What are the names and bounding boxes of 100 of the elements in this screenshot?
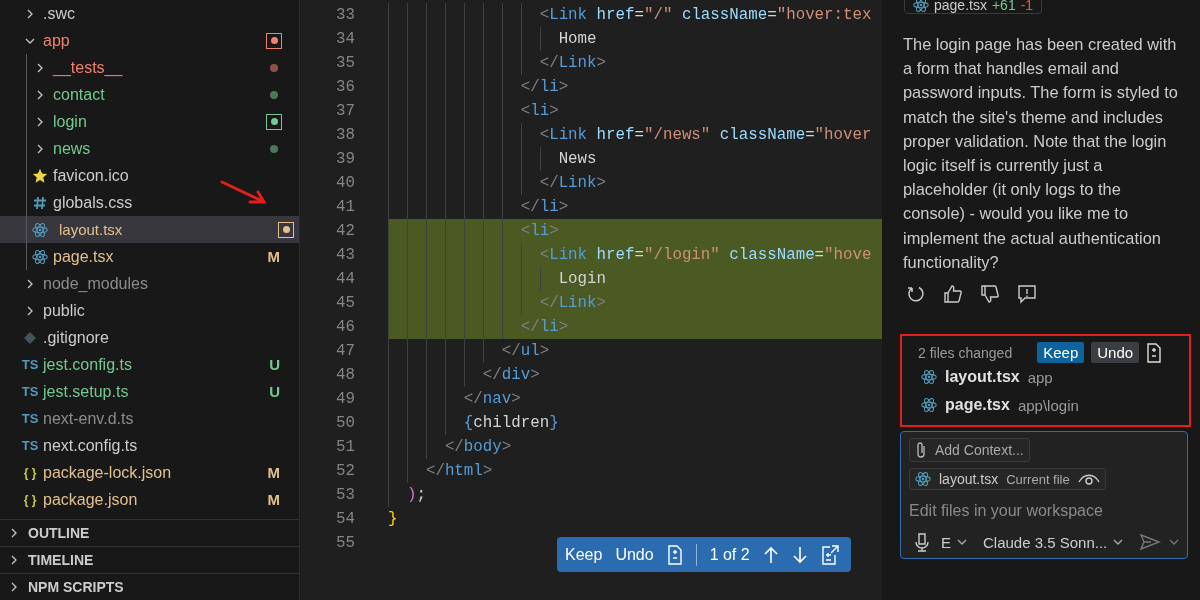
send-icon[interactable] [1139, 533, 1162, 552]
code-token: </ [520, 78, 540, 96]
code-token: Link [549, 246, 588, 264]
line-number: 36 [335, 78, 355, 96]
undo-button[interactable]: Undo [1091, 342, 1140, 364]
line-number: 55 [335, 534, 355, 552]
file-tree-item[interactable]: layout.tsx [0, 216, 299, 243]
file-tree-item[interactable]: __tests__ [0, 54, 299, 81]
status-dot-icon [270, 144, 278, 153]
file-name: public [43, 301, 86, 320]
code-token: } [388, 510, 398, 528]
file-name: page.tsx [945, 396, 1010, 415]
star-icon [32, 167, 48, 184]
panel-header[interactable]: NPM SCRIPTS [0, 573, 299, 600]
code-token: "hove [824, 246, 872, 264]
diff-icon[interactable] [666, 544, 683, 565]
git-status: U [269, 383, 280, 400]
file-tree-item[interactable]: contact [0, 81, 299, 108]
section-title: NPM SCRIPTS [28, 579, 124, 595]
undo-button[interactable]: Undo [615, 545, 654, 564]
code-token: < [539, 126, 550, 144]
react-icon [921, 369, 937, 386]
section-title: OUTLINE [28, 525, 90, 541]
mode-dropdown[interactable]: E [937, 533, 971, 551]
git-status: U [269, 356, 280, 373]
code-token: Link [558, 294, 597, 312]
eye-icon[interactable] [1077, 472, 1100, 487]
line-number: 47 [335, 342, 355, 360]
thumbs-up-icon[interactable] [943, 284, 963, 305]
line-number: 53 [335, 486, 355, 504]
code-token: </ [539, 294, 559, 312]
file-tree-item[interactable]: TS jest.setup.ts U [0, 378, 299, 405]
file-tree-item[interactable]: globals.css [0, 189, 299, 216]
file-name: jest.config.ts [43, 355, 133, 374]
model-dropdown[interactable]: Claude 3.5 Sonn... [979, 533, 1128, 551]
code-token: = [814, 246, 825, 264]
file-tree-item[interactable]: .gitignore [0, 324, 299, 351]
code-token: > [558, 318, 569, 336]
retry-icon[interactable] [906, 284, 926, 305]
code-token: className [718, 126, 806, 144]
file-name: news [53, 139, 92, 158]
chevron-icon [1113, 538, 1124, 547]
code-token: < [520, 222, 531, 240]
file-chip[interactable]: page.tsx +61 -1 [904, 0, 1043, 14]
changes-summary: 2 files changed [918, 344, 1013, 361]
code-token: Link [558, 54, 597, 72]
file-tree-item[interactable]: { } package-lock.json M [0, 459, 299, 486]
file-tree-item[interactable]: public [0, 297, 299, 324]
microphone-icon[interactable] [915, 532, 929, 553]
report-icon[interactable] [1017, 284, 1037, 305]
line-number: 49 [335, 390, 355, 408]
down-arrow-icon[interactable] [791, 545, 808, 564]
chevron-icon[interactable] [1169, 538, 1180, 547]
file-tree-item[interactable]: .swc [0, 0, 299, 27]
code-token: > [596, 54, 607, 72]
arrow-icon [220, 180, 268, 206]
file-type-icon: TS [21, 384, 39, 399]
chat-message: The login page has been created with a form that handles email and password inputs. The form is styled to match the site's theme and includes proper validation. Note that the login logic itself is currently just a placeholder (it only logs to the console) - would you like me to implement the actual authentication functionality? [903, 34, 1179, 273]
panel-header[interactable]: OUTLINE [0, 519, 299, 546]
line-number: 42 [335, 222, 355, 240]
file-tree-item[interactable]: TS jest.config.ts U [0, 351, 299, 378]
file-tree-item[interactable]: TS next.config.ts [0, 432, 299, 459]
up-arrow-icon[interactable] [762, 545, 779, 564]
code-token: </ [539, 54, 559, 72]
git-status: M [267, 491, 280, 508]
code-token: > [539, 342, 550, 360]
panel-header[interactable]: TIMELINE [0, 546, 299, 573]
current-file-chip[interactable]: layout.tsx Current file [909, 468, 1106, 491]
code-token: className [728, 246, 815, 264]
diff-icon[interactable] [1146, 342, 1163, 363]
file-type-icon: TS [21, 411, 39, 426]
line-number: 38 [335, 126, 355, 144]
changed-file[interactable]: layout.tsx app [918, 363, 1190, 392]
code-token: li [530, 222, 550, 240]
file-tree-item[interactable]: news [0, 135, 299, 162]
code-token: </ [520, 318, 540, 336]
file-name: layout.tsx [945, 368, 1020, 387]
line-number: 41 [335, 198, 355, 216]
file-name: layout.tsx [59, 221, 124, 238]
code-token: = [634, 246, 644, 264]
changed-file[interactable]: page.tsx app\login [918, 391, 1190, 420]
file-tree-item[interactable]: node_modules [0, 270, 299, 297]
file-tree-item[interactable]: login [0, 108, 299, 135]
keep-button[interactable]: Keep [565, 545, 603, 564]
code-token: < [520, 102, 531, 120]
file-tree-item[interactable]: page.tsx M [0, 243, 299, 270]
file-tree-item[interactable]: favicon.ico [0, 162, 299, 189]
file-tree-item[interactable]: { } package.json M [0, 486, 299, 513]
code-token: li [539, 78, 559, 96]
chat-input-field[interactable]: Edit files in your workspace [909, 496, 1169, 527]
file-tree-item[interactable]: TS next-env.d.ts [0, 405, 299, 432]
add-context-button[interactable]: Add Context... [909, 438, 1030, 463]
line-number: 52 [335, 462, 355, 480]
open-diff-icon[interactable] [820, 544, 839, 565]
line-number: 51 [335, 438, 355, 456]
keep-button[interactable]: Keep [1037, 342, 1085, 364]
file-tree-item[interactable]: app [0, 27, 299, 54]
code-token: ; [416, 486, 426, 504]
thumbs-down-icon[interactable] [980, 284, 1000, 305]
file-name: .swc [43, 4, 76, 23]
